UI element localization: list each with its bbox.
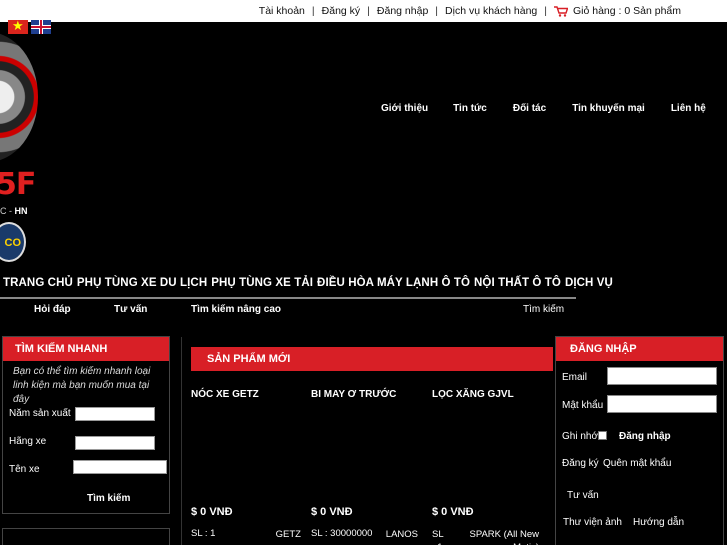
product-name[interactable]: LỌC XĂNG GJVL bbox=[432, 389, 539, 400]
top-links: Tài khoản | Đăng ký | Đăng nhập | Dịch v… bbox=[259, 5, 681, 17]
gallery-link[interactable]: Thư viện ảnh bbox=[563, 517, 622, 528]
sub-nav-advanced-search[interactable]: Tìm kiếm nâng cao bbox=[191, 304, 281, 315]
register-link[interactable]: Đăng ký bbox=[322, 5, 361, 17]
password-field[interactable] bbox=[607, 395, 717, 413]
email-field[interactable] bbox=[607, 367, 717, 385]
separator: | bbox=[435, 5, 439, 17]
vietnamese-flag-icon[interactable] bbox=[8, 18, 28, 34]
cart-link[interactable]: Giỏ hàng : 0 Sản phẩm bbox=[573, 5, 681, 17]
remember-checkbox[interactable] bbox=[598, 431, 607, 440]
sub-nav-faq[interactable]: Hỏi đáp bbox=[34, 304, 71, 315]
login-link[interactable]: Đăng nhập bbox=[377, 5, 428, 17]
login-title: ĐĂNG NHẬP bbox=[556, 337, 723, 361]
product-price: $ 0 VNĐ bbox=[311, 506, 353, 518]
remember-label: Ghi nhớ bbox=[562, 431, 599, 442]
nav-news[interactable]: Tin tức bbox=[453, 103, 487, 114]
category-truck-parts[interactable]: PHỤ TÙNG XE TẢI bbox=[211, 277, 313, 289]
brand-label: Hãng xe bbox=[9, 436, 47, 447]
logo-tagline: C - HN bbox=[0, 206, 28, 216]
car-name-input[interactable] bbox=[73, 460, 167, 474]
left-panel-secondary bbox=[2, 528, 170, 545]
quick-search-button[interactable]: Tìm kiếm bbox=[87, 493, 130, 504]
product-quantity: SL : 1 bbox=[191, 528, 216, 539]
account-link[interactable]: Tài khoản bbox=[259, 5, 305, 17]
nav-about[interactable]: Giới thiệu bbox=[381, 103, 428, 114]
guide-link[interactable]: Hướng dẫn bbox=[633, 517, 684, 528]
sub-nav-search[interactable]: Tìm kiếm bbox=[523, 304, 564, 315]
logo-brand: 5F bbox=[0, 167, 36, 202]
english-flag-icon[interactable] bbox=[31, 20, 51, 34]
nav-partners[interactable]: Đối tác bbox=[513, 103, 546, 114]
logo-badge-icon: CO bbox=[0, 222, 26, 262]
product-price: $ 0 VNĐ bbox=[432, 506, 474, 518]
customer-service-link[interactable]: Dịch vụ khách hàng bbox=[445, 5, 537, 17]
wheel-logo-icon bbox=[0, 32, 38, 162]
product-model: GETZ bbox=[275, 529, 301, 540]
product-card[interactable]: BI MAY Ơ TRƯỚC $ 0 VNĐ SL : 30000000 LAN… bbox=[311, 389, 418, 540]
new-products-title: SẢN PHẨM MỚI bbox=[191, 347, 553, 371]
login-panel: ĐĂNG NHẬP Email Mật khẩu Ghi nhớ Đăng nh… bbox=[555, 336, 724, 545]
divider bbox=[0, 297, 576, 299]
product-name[interactable]: BI MAY Ơ TRƯỚC bbox=[311, 389, 418, 400]
sub-nav-consult[interactable]: Tư vấn bbox=[114, 304, 147, 315]
category-nav: TRANG CHỦ PHỤ TÙNG XE DU LỊCH PHỤ TÙNG X… bbox=[3, 277, 617, 289]
category-car-parts[interactable]: PHỤ TÙNG XE DU LỊCH bbox=[77, 277, 207, 289]
shopping-cart-icon bbox=[554, 5, 568, 17]
brand-select[interactable] bbox=[75, 436, 155, 450]
register-link[interactable]: Đăng ký bbox=[562, 458, 599, 469]
category-services[interactable]: DỊCH VỤ bbox=[565, 277, 613, 289]
site-logo[interactable]: 5F C - HN CO bbox=[0, 22, 40, 272]
main-nav: Giới thiệu Tin tức Đối tác Tin khuyến mạ… bbox=[381, 103, 706, 114]
nav-contact[interactable]: Liên hệ bbox=[671, 103, 706, 114]
separator: | bbox=[367, 5, 370, 17]
login-button[interactable]: Đăng nhập bbox=[619, 431, 671, 442]
product-quantity: SL : 30000000 bbox=[311, 528, 373, 539]
quick-search-panel: TÌM KIẾM NHANH Bạn có thể tìm kiếm nhanh… bbox=[2, 336, 170, 514]
product-card[interactable]: NÓC XE GETZ $ 0 VNĐ SL : 1 GETZ bbox=[191, 389, 301, 540]
password-label: Mật khẩu bbox=[562, 400, 604, 411]
product-price: $ 0 VNĐ bbox=[191, 506, 233, 518]
language-switcher bbox=[8, 18, 51, 34]
quick-search-title: TÌM KIẾM NHANH bbox=[3, 337, 169, 361]
product-model: SPARK (All New Matiz) bbox=[469, 529, 539, 545]
forgot-password-link[interactable]: Quên mật khẩu bbox=[603, 458, 671, 469]
category-air-conditioning[interactable]: ĐIỀU HÒA MÁY LẠNH Ô TÔ bbox=[317, 277, 470, 289]
product-name[interactable]: NÓC XE GETZ bbox=[191, 389, 301, 400]
product-model: LANOS bbox=[385, 529, 418, 540]
car-name-label: Tên xe bbox=[9, 464, 40, 475]
product-quantity: SL : 1 bbox=[432, 529, 444, 545]
quick-search-description: Bạn có thể tìm kiếm nhanh loại linh kiện… bbox=[13, 366, 151, 405]
consult-link[interactable]: Tư vấn bbox=[567, 490, 599, 501]
year-label: Năm sản xuất bbox=[9, 408, 71, 419]
email-label: Email bbox=[562, 372, 588, 383]
new-products-section: SẢN PHẨM MỚI NÓC XE GETZ $ 0 VNĐ SL : 1 … bbox=[181, 337, 553, 545]
category-interior[interactable]: NỘI THẤT Ô TÔ bbox=[474, 277, 561, 289]
separator: | bbox=[544, 5, 547, 17]
category-home[interactable]: TRANG CHỦ bbox=[3, 277, 73, 289]
product-card[interactable]: LỌC XĂNG GJVL $ 0 VNĐ SL : 1 SPARK (All … bbox=[432, 389, 539, 545]
separator: | bbox=[311, 5, 315, 17]
year-select[interactable] bbox=[75, 407, 155, 421]
nav-promotions[interactable]: Tin khuyến mại bbox=[572, 103, 645, 114]
